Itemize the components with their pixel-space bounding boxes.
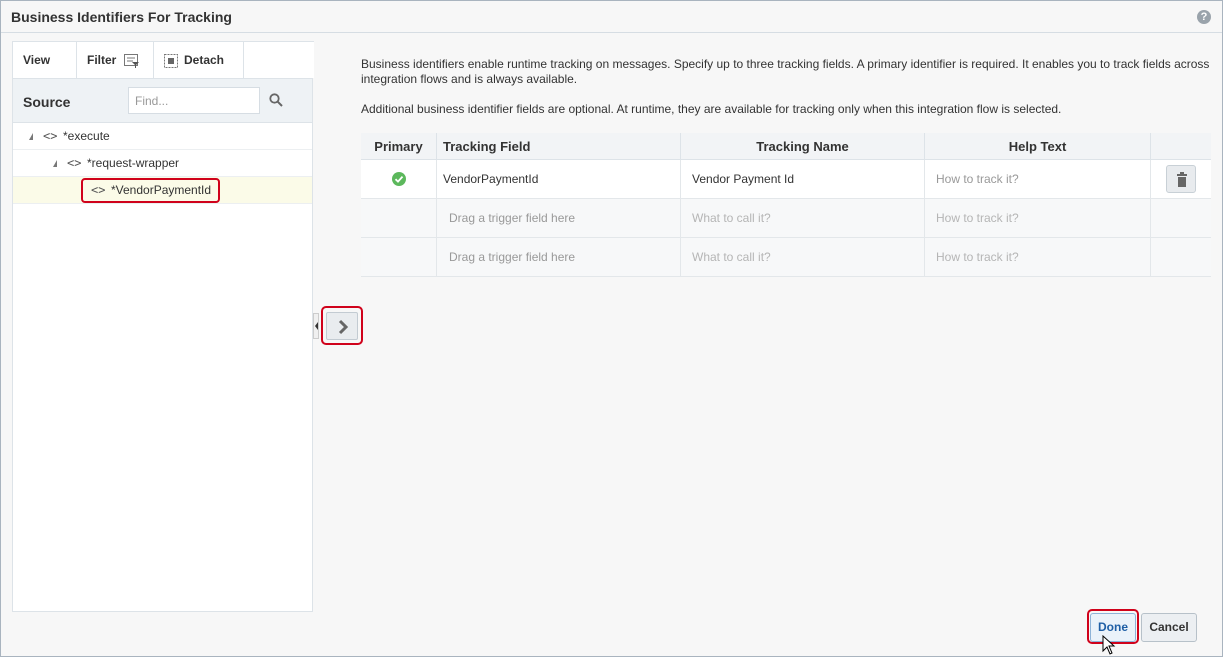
- help-icon[interactable]: ?: [1197, 10, 1211, 24]
- source-header: Source: [13, 78, 312, 123]
- business-identifiers-dialog: Business Identifiers For Tracking ? View…: [0, 0, 1223, 657]
- tree-node-label: *execute: [63, 129, 110, 143]
- source-panel: View Filter Detach Source Find... <> *ex…: [12, 41, 314, 612]
- detach-label: Detach: [184, 53, 225, 67]
- tracking-name-input[interactable]: What to call it?: [681, 238, 925, 277]
- source-toolbar: View Filter Detach: [13, 41, 314, 100]
- element-icon: <>: [43, 129, 58, 143]
- collapse-panel-handle[interactable]: [313, 313, 319, 339]
- filter-button[interactable]: Filter: [77, 42, 154, 79]
- tracking-fields-table: Primary Tracking Field Tracking Name Hel…: [361, 133, 1211, 277]
- help-text-input[interactable]: How to track it?: [925, 160, 1151, 199]
- column-header-actions: [1151, 133, 1211, 160]
- detach-button[interactable]: Detach: [154, 42, 244, 79]
- help-text-input[interactable]: How to track it?: [925, 199, 1151, 238]
- detach-icon: [164, 53, 178, 68]
- delete-button[interactable]: [1166, 165, 1196, 193]
- table-row: VendorPaymentId Vendor Payment Id How to…: [361, 160, 1211, 199]
- cancel-button[interactable]: Cancel: [1141, 613, 1197, 642]
- tree-node-label: *request-wrapper: [87, 156, 180, 170]
- source-label: Source: [23, 94, 71, 110]
- selection-highlight: [81, 178, 220, 203]
- tree-node-request-wrapper[interactable]: <> *request-wrapper: [13, 150, 312, 177]
- mouse-cursor-icon: [1102, 635, 1116, 655]
- element-icon: <>: [67, 156, 82, 170]
- table-row: Drag a trigger field here What to call i…: [361, 238, 1211, 277]
- filter-icon: [123, 53, 139, 68]
- tracking-name-input[interactable]: What to call it?: [681, 199, 925, 238]
- column-header-help-text: Help Text: [925, 133, 1151, 160]
- trash-icon: [1177, 172, 1187, 187]
- tracking-name-input[interactable]: Vendor Payment Id: [681, 160, 925, 199]
- filter-label: Filter: [87, 53, 117, 67]
- primary-cell[interactable]: [361, 160, 437, 199]
- actions-cell: [1151, 199, 1211, 238]
- find-input[interactable]: [128, 87, 260, 114]
- check-circle-icon: [391, 171, 406, 186]
- expanded-icon[interactable]: [26, 133, 33, 140]
- dialog-title: Business Identifiers For Tracking: [11, 9, 232, 25]
- view-menu-button[interactable]: View: [13, 42, 77, 100]
- description-optional: Additional business identifier fields ar…: [361, 102, 1062, 116]
- column-header-tracking-name: Tracking Name: [681, 133, 925, 160]
- search-icon[interactable]: [269, 93, 283, 107]
- view-label: View: [23, 53, 51, 67]
- dialog-titlebar: Business Identifiers For Tracking ?: [1, 1, 1222, 33]
- primary-cell[interactable]: [361, 238, 437, 277]
- table-header: Primary Tracking Field Tracking Name Hel…: [361, 133, 1211, 160]
- column-header-primary: Primary: [361, 133, 437, 160]
- button-highlight: [321, 306, 363, 345]
- tracking-field-dropzone[interactable]: Drag a trigger field here: [437, 199, 681, 238]
- primary-cell[interactable]: [361, 199, 437, 238]
- description-primary: Business identifiers enable runtime trac…: [361, 57, 1210, 86]
- table-row: Drag a trigger field here What to call i…: [361, 199, 1211, 238]
- actions-cell: [1151, 160, 1211, 199]
- actions-cell: [1151, 238, 1211, 277]
- tree-node-vendorpaymentid[interactable]: <> *VendorPaymentId: [13, 177, 312, 204]
- help-text-input[interactable]: How to track it?: [925, 238, 1151, 277]
- tree-node-execute[interactable]: <> *execute: [13, 123, 312, 150]
- tracking-field-dropzone[interactable]: Drag a trigger field here: [437, 238, 681, 277]
- tracking-field-cell[interactable]: VendorPaymentId: [437, 160, 681, 199]
- column-header-tracking-field: Tracking Field: [437, 133, 681, 160]
- expanded-icon[interactable]: [50, 160, 57, 167]
